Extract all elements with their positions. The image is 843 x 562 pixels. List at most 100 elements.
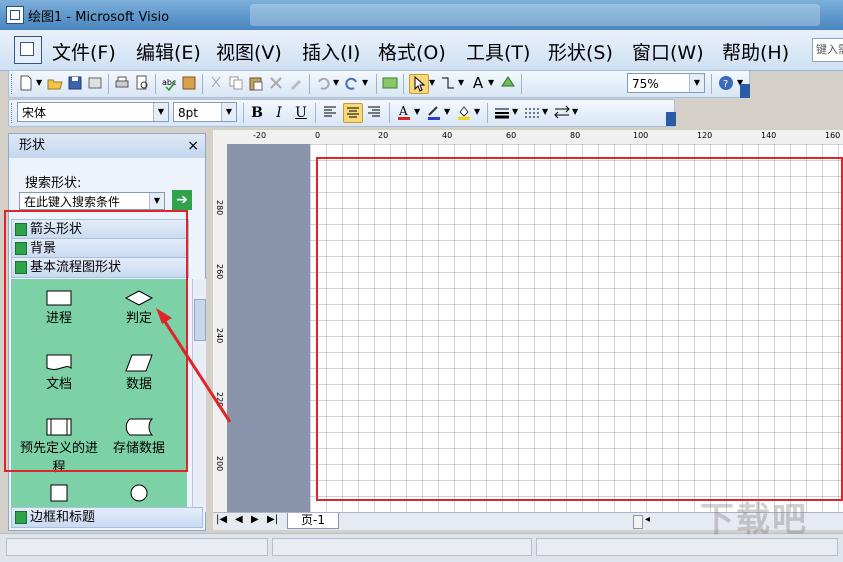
chevron-down-icon[interactable]: ▼ (149, 193, 164, 209)
prev-page-icon[interactable]: ◀ (235, 514, 243, 525)
bold-button[interactable]: B (247, 103, 267, 123)
toolbar-handle[interactable] (11, 74, 15, 94)
toolbar-options-icon[interactable] (740, 84, 750, 98)
menu-insert[interactable]: 插入(I) (302, 38, 360, 65)
toolbar-separator (243, 103, 244, 123)
font-value: 宋体 (22, 106, 47, 120)
tab-splitter[interactable] (633, 515, 643, 529)
font-size-select[interactable]: 8pt ▼ (173, 102, 237, 122)
toolbar-options-icon[interactable] (666, 112, 676, 126)
format-toolbar: 宋体 ▼ 8pt ▼ B I U A ▼ ▼ ▼ ▼ ▼ ▼ (8, 99, 675, 127)
help-icon[interactable]: ? (717, 74, 735, 92)
chevron-down-icon[interactable]: ▼ (429, 74, 437, 92)
title-bar: 绘图1 - Microsoft Visio (0, 0, 843, 30)
chevron-down-icon[interactable]: ▼ (36, 74, 44, 92)
search-go-icon[interactable]: ➔ (172, 190, 192, 210)
research-icon[interactable] (180, 74, 198, 92)
delete-icon[interactable] (267, 74, 285, 92)
toolbar-separator (521, 74, 522, 94)
document-icon[interactable] (14, 36, 42, 64)
menu-shapes[interactable]: 形状(S) (548, 38, 613, 65)
help-search-input[interactable]: 键入需要帮助的问题 (812, 38, 843, 62)
chevron-down-icon[interactable]: ▼ (572, 103, 580, 121)
chevron-down-icon[interactable]: ▼ (512, 103, 520, 121)
chevron-down-icon[interactable]: ▼ (689, 74, 704, 92)
stencil-borders-titles[interactable]: 边框和标题 (11, 507, 203, 528)
align-right-icon[interactable] (365, 103, 383, 121)
shape-partial[interactable] (99, 483, 179, 503)
menu-edit[interactable]: 编辑(E) (136, 38, 201, 65)
stencil-icon[interactable] (499, 74, 517, 92)
page-tab[interactable]: 页-1 (287, 513, 339, 529)
chevron-down-icon[interactable]: ▼ (542, 103, 550, 121)
menu-view[interactable]: 视图(V) (216, 38, 282, 65)
line-ends-icon[interactable] (553, 103, 571, 121)
horizontal-ruler: -20 0 20 40 60 80 100 120 140 160 (213, 130, 843, 145)
line-weight-icon[interactable] (493, 103, 511, 121)
copy-icon[interactable] (227, 74, 245, 92)
insert-hyperlink-icon[interactable] (381, 74, 399, 92)
menu-help[interactable]: 帮助(H) (722, 38, 789, 65)
svg-text:A: A (398, 104, 408, 118)
chevron-down-icon[interactable]: ▼ (333, 74, 341, 92)
undo-icon[interactable] (314, 74, 332, 92)
toolbar-handle[interactable] (11, 103, 15, 123)
menu-window[interactable]: 窗口(W) (632, 38, 704, 65)
permission-icon[interactable] (86, 74, 104, 92)
menu-format[interactable]: 格式(O) (378, 38, 446, 65)
save-icon[interactable] (66, 74, 84, 92)
chevron-down-icon[interactable]: ▼ (488, 74, 496, 92)
status-cell (272, 538, 532, 556)
fill-color-icon[interactable] (455, 103, 473, 121)
chevron-down-icon[interactable]: ▼ (153, 103, 168, 121)
menu-tools[interactable]: 工具(T) (466, 38, 530, 65)
scroll-left-icon[interactable]: ◂ (645, 514, 650, 525)
next-page-icon[interactable]: ▶ (251, 514, 259, 525)
chevron-down-icon[interactable]: ▼ (474, 103, 482, 121)
redo-icon[interactable] (343, 74, 361, 92)
chevron-down-icon[interactable]: ▼ (458, 74, 466, 92)
zoom-select[interactable]: 75% ▼ (627, 73, 705, 93)
page-highlight-box (316, 157, 843, 501)
menu-bar: 文件(F) 编辑(E) 视图(V) 插入(I) 格式(O) 工具(T) 形状(S… (0, 30, 843, 71)
cut-icon[interactable] (207, 74, 225, 92)
open-folder-icon[interactable] (46, 74, 64, 92)
last-page-icon[interactable]: ▶| (267, 514, 278, 525)
spelling-icon[interactable]: abc (160, 74, 178, 92)
print-preview-icon[interactable] (133, 74, 151, 92)
paste-icon[interactable] (247, 74, 265, 92)
align-left-icon[interactable] (321, 103, 339, 121)
menu-file[interactable]: 文件(F) (52, 38, 116, 65)
toolbar-separator (389, 103, 390, 123)
italic-button[interactable]: I (269, 103, 289, 123)
visio-app-icon[interactable] (6, 6, 24, 24)
search-shapes-input[interactable]: 在此键入搜索条件 (19, 192, 165, 210)
shape-partial[interactable] (19, 483, 99, 503)
text-tool-icon[interactable]: A (469, 74, 487, 92)
font-color-icon[interactable]: A (395, 103, 413, 121)
shapes-pane-header: 形状 × (9, 134, 205, 158)
window-title: 绘图1 - Microsoft Visio (28, 10, 170, 25)
print-icon[interactable] (113, 74, 131, 92)
toolbar-separator (711, 74, 712, 94)
standard-toolbar: ▼ abc ▼ ▼ ▼ ▼ A ▼ 75% ▼ ? ▼ (8, 70, 750, 98)
align-center-icon[interactable] (343, 103, 363, 123)
chevron-down-icon[interactable]: ▼ (221, 103, 236, 121)
font-select[interactable]: 宋体 ▼ (17, 102, 169, 122)
connector-tool-icon[interactable] (439, 74, 457, 92)
toolbar-separator (155, 74, 156, 94)
underline-button[interactable]: U (291, 103, 311, 123)
chevron-down-icon[interactable]: ▼ (414, 103, 422, 121)
close-icon[interactable]: × (187, 134, 199, 158)
shapes-pane-title: 形状 (19, 138, 46, 153)
chevron-down-icon[interactable]: ▼ (362, 74, 370, 92)
format-painter-icon[interactable] (287, 74, 305, 92)
pointer-tool-icon[interactable] (409, 74, 429, 94)
toolbar-separator (108, 74, 109, 94)
toolbar-separator (202, 74, 203, 94)
new-icon[interactable] (17, 74, 35, 92)
line-color-icon[interactable] (425, 103, 443, 121)
line-pattern-icon[interactable] (523, 103, 541, 121)
first-page-icon[interactable]: |◀ (216, 514, 227, 525)
chevron-down-icon[interactable]: ▼ (444, 103, 452, 121)
